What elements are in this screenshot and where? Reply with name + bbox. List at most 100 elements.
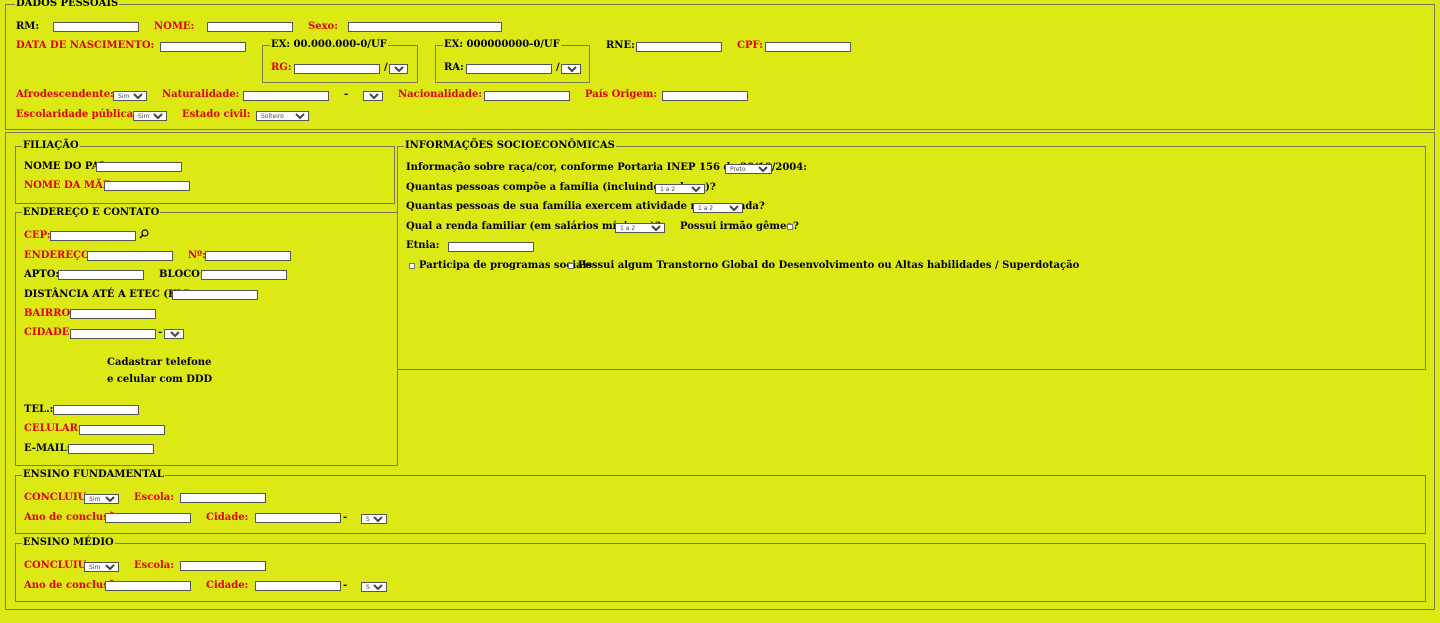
endereco-legend: ENDEREÇO E CONTATO	[22, 207, 161, 218]
data-nascimento-label: DATA DE NASCIMENTO:	[16, 40, 155, 51]
cidade-uf-select[interactable]	[164, 329, 184, 339]
nome-mae-input[interactable]	[104, 181, 190, 191]
cpf-input[interactable]	[765, 42, 851, 52]
fundamental-escola-input[interactable]	[180, 493, 266, 503]
fundamental-dash: -	[343, 512, 348, 523]
familia-select[interactable]: 1 a 2	[655, 184, 705, 194]
cadastrar-telefone-text: Cadastrar telefone	[107, 357, 212, 368]
fundamental-ano-input[interactable]	[105, 513, 191, 523]
ra-uf-select[interactable]	[561, 64, 581, 74]
medio-uf-select[interactable]: S	[361, 582, 387, 592]
ra-input[interactable]	[466, 64, 552, 74]
transtorno-label: Possui algum Transtorno Global do Desenv…	[578, 260, 1080, 271]
search-icon[interactable]	[139, 229, 149, 239]
rne-label: RNE:	[606, 40, 635, 51]
cep-input[interactable]	[50, 231, 136, 241]
sexo-input[interactable]	[348, 22, 502, 32]
data-nascimento-input[interactable]	[160, 42, 246, 52]
rne-input[interactable]	[636, 42, 722, 52]
sexo-label: Sexo:	[308, 21, 338, 32]
email-input[interactable]	[68, 444, 154, 454]
programas-sociais-checkbox[interactable]	[409, 263, 415, 269]
tel-input[interactable]	[53, 405, 139, 415]
endereco-label: ENDEREÇO:	[24, 250, 94, 261]
medio-ano-input[interactable]	[105, 581, 191, 591]
medio-concluiu-select[interactable]: Sim	[84, 562, 119, 572]
apto-input[interactable]	[58, 270, 144, 280]
distancia-label: DISTÂNCIA ATÉ A ETEC (KM):	[24, 289, 197, 300]
rm-label: RM:	[16, 21, 40, 32]
medio-escola-label: Escola:	[134, 560, 174, 571]
gemeo-label: Possui irmão gêmeo?	[680, 221, 799, 232]
numero-label: Nº:	[188, 250, 206, 261]
programas-sociais-label: Participa de programas sociais	[419, 260, 593, 271]
socio-fieldset	[397, 146, 1426, 370]
naturalidade-uf-select[interactable]	[363, 91, 383, 101]
nome-input[interactable]	[207, 22, 293, 32]
distancia-input[interactable]	[172, 290, 258, 300]
raca-select[interactable]: Preto	[725, 164, 772, 174]
estado-civil-select[interactable]: Solteiro	[256, 111, 309, 121]
celular-label: CELULAR:	[24, 423, 82, 434]
rg-uf-select[interactable]	[389, 64, 408, 74]
gemeo-checkbox[interactable]	[787, 224, 793, 230]
cidade-dash: -	[158, 327, 163, 338]
rg-input[interactable]	[294, 64, 380, 74]
dados-pessoais-legend: DADOS PESSOAIS	[15, 0, 120, 9]
medio-legend: ENSINO MÉDIO	[22, 537, 115, 548]
ra-label: RA:	[444, 62, 464, 73]
escolaridade-publica-label: Escolaridade pública:	[16, 109, 137, 120]
medio-fieldset	[15, 543, 1426, 602]
nacionalidade-input[interactable]	[484, 91, 570, 101]
escolaridade-publica-select[interactable]: Sim	[133, 111, 167, 121]
fundamental-cidade-input[interactable]	[255, 513, 341, 523]
afrodescendente-label: Afrodescendente:	[16, 89, 114, 100]
email-label: E-MAIL:	[24, 443, 71, 454]
estado-civil-label: Estado civil:	[182, 109, 251, 120]
ra-slash: /	[556, 62, 560, 73]
naturalidade-input[interactable]	[243, 91, 329, 101]
filiacao-legend: FILIAÇÃO	[22, 140, 80, 151]
naturalidade-label: Naturalidade:	[162, 89, 240, 100]
fundamental-uf-select[interactable]: S	[361, 514, 387, 524]
cidade-label: CIDADE:	[24, 327, 74, 338]
bairro-input[interactable]	[70, 309, 156, 319]
medio-escola-input[interactable]	[180, 561, 266, 571]
celular-input[interactable]	[79, 425, 165, 435]
rg-label: RG:	[271, 62, 292, 73]
tel-label: TEL.:	[24, 404, 54, 415]
nome-label: NOME:	[154, 21, 195, 32]
ra-legend: EX: 000000000-0/UF	[443, 39, 561, 50]
cidade-input[interactable]	[70, 329, 156, 339]
endereco-input[interactable]	[87, 251, 173, 261]
numero-input[interactable]	[205, 251, 291, 261]
rm-input[interactable]	[53, 22, 139, 32]
pais-origem-input[interactable]	[662, 91, 748, 101]
nacionalidade-label: Nacionalidade:	[398, 89, 483, 100]
socio-legend: INFORMAÇÕES SOCIOECONÔMICAS	[404, 140, 616, 151]
cadastrar-celular-text: e celular com DDD	[107, 374, 213, 385]
renda-select[interactable]: 1 a 2	[615, 223, 665, 233]
medio-concluiu-label: CONCLUIU:	[24, 560, 90, 571]
medio-cidade-input[interactable]	[255, 581, 341, 591]
etnia-input[interactable]	[448, 242, 534, 252]
fundamental-concluiu-select[interactable]: Sim	[84, 494, 119, 504]
fundamental-cidade-label: Cidade:	[206, 512, 249, 523]
fundamental-fieldset	[15, 475, 1426, 534]
fundamental-escola-label: Escola:	[134, 492, 174, 503]
rg-slash: /	[384, 62, 388, 73]
medio-dash: -	[343, 580, 348, 591]
transtorno-checkbox[interactable]	[568, 263, 574, 269]
rg-legend: EX: 00.000.000-0/UF	[270, 39, 388, 50]
etnia-label: Etnia:	[406, 240, 440, 251]
bloco-input[interactable]	[201, 270, 287, 280]
medio-cidade-label: Cidade:	[206, 580, 249, 591]
nome-pai-input[interactable]	[96, 162, 182, 172]
apto-label: APTO:	[24, 269, 60, 280]
bloco-label: BLOCO:	[159, 269, 204, 280]
cpf-label: CPF:	[737, 40, 763, 51]
remunerada-select[interactable]: 1 a 2	[693, 203, 743, 213]
afrodescendente-select[interactable]: Sim	[113, 91, 147, 101]
bairro-label: BAIRRO:	[24, 308, 74, 319]
pais-origem-label: País Origem:	[585, 89, 658, 100]
